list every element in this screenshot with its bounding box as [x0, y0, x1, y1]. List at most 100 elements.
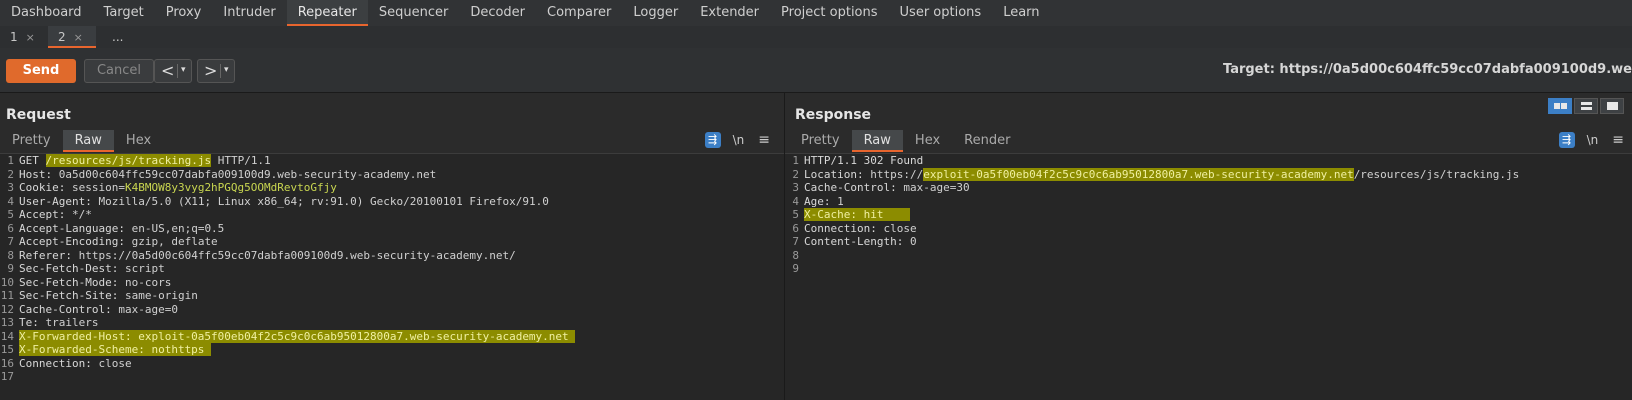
code-text: max-age=30 [896, 181, 970, 194]
code-line: 2 Host: 0a5d00c604ffc59cc07dabfa009100d9.… [0, 168, 784, 182]
layout-tabbed-icon[interactable] [1600, 98, 1624, 114]
tab-pretty[interactable]: Pretty [0, 130, 63, 152]
repeater-tab-label: 1 [10, 30, 18, 44]
code-line: 13 Te: trailers [0, 316, 784, 330]
code-line: 10 Sec-Fetch-Mode: no-cors [0, 276, 784, 290]
divider [177, 64, 178, 78]
code-text: no-cors [118, 275, 172, 289]
history-back-button[interactable]: < ▾ [154, 59, 192, 83]
tab-dashboard[interactable]: Dashboard [0, 0, 93, 26]
highlighted-text: /resources/js/tracking.js [45, 154, 212, 167]
line-number: 6 [792, 221, 799, 235]
tab-comparer[interactable]: Comparer [536, 0, 622, 26]
repeater-tab-label: 2 [58, 30, 66, 44]
line-number: 8 [7, 248, 14, 262]
tab-sequencer[interactable]: Sequencer [368, 0, 459, 26]
line-number: 1 [792, 154, 799, 167]
line-number: 9 [792, 262, 799, 275]
code-line: 6 Connection: close [785, 222, 1632, 236]
code-text: Cookie: [19, 181, 66, 194]
word-wrap-icon[interactable]: ⇶ [704, 132, 721, 148]
request-editor[interactable]: 1 GET /resources/js/tracking.js HTTP/1.1 2… [0, 153, 784, 400]
response-editor[interactable]: 1 HTTP/1.1 302 Found 2 Location: https://ex… [785, 153, 1632, 400]
repeater-tab-2[interactable]: 2 × [48, 26, 96, 48]
highlighted-text: X-Cache: hit [804, 208, 910, 221]
code-line: 12 Cache-Control: max-age=0 [0, 303, 784, 317]
tab-target[interactable]: Target [93, 0, 155, 26]
highlighted-text: X-Forwarded-Scheme: nothttps [19, 343, 212, 356]
layout-stacked-icon[interactable] [1574, 98, 1598, 114]
code-text: session= [65, 181, 125, 194]
code-text: */* [65, 208, 92, 221]
code-text: 1 [830, 194, 844, 208]
tab-proxy[interactable]: Proxy [155, 0, 213, 26]
history-forward-button[interactable]: > ▾ [197, 59, 235, 83]
divider [220, 64, 221, 78]
code-text: script [118, 262, 165, 275]
tab-hex[interactable]: Hex [903, 130, 952, 152]
chevron-down-icon: ▾ [224, 65, 229, 75]
line-number: 5 [792, 208, 799, 221]
repeater-tab-1[interactable]: 1 × [0, 26, 48, 48]
main-tab-bar: Dashboard Target Proxy Intruder Repeater… [0, 0, 1632, 27]
code-line: 5 Accept: */* [0, 208, 784, 222]
code-text: close [876, 221, 917, 235]
code-text: Te: [19, 316, 39, 329]
code-line: 7 Content-Length: 0 [785, 235, 1632, 249]
word-wrap-icon[interactable]: ⇶ [1558, 132, 1575, 148]
code-text: https://0a5d00c604ffc59cc07dabfa009100d9… [71, 248, 516, 262]
code-line: 11 Sec-Fetch-Site: same-origin [0, 289, 784, 303]
menu-icon[interactable]: ≡ [1612, 132, 1624, 148]
code-text: Accept-Language: [19, 221, 125, 235]
target-label[interactable]: Target: https://0a5d00c604ffc59cc07dabfa… [1223, 62, 1632, 77]
tab-learn[interactable]: Learn [992, 0, 1050, 26]
response-pane: Response Pretty Raw Hex Render ⇶ \n ≡ 1H… [785, 93, 1632, 400]
tab-raw[interactable]: Raw [851, 130, 903, 152]
tab-pretty[interactable]: Pretty [789, 130, 852, 152]
tab-extender[interactable]: Extender [689, 0, 770, 26]
code-text: /resources/js/tracking.js [1353, 167, 1520, 181]
newline-toggle[interactable]: \n [733, 133, 745, 147]
repeater-tab-new[interactable]: ... [96, 26, 144, 48]
line-number: 5 [7, 208, 14, 221]
response-editor-tools: ⇶ \n ≡ [1558, 131, 1624, 149]
close-icon[interactable]: × [26, 31, 35, 44]
code-text: Mozilla/5.0 (X11; Linux x86_64; rv:91.0)… [91, 194, 549, 208]
code-text: Content-Length: [804, 235, 904, 248]
code-text: max-age=0 [111, 302, 178, 316]
tab-project-options[interactable]: Project options [770, 0, 889, 26]
layout-side-by-side-icon[interactable] [1548, 98, 1572, 114]
tab-decoder[interactable]: Decoder [459, 0, 536, 26]
tab-raw[interactable]: Raw [62, 130, 114, 152]
tab-render[interactable]: Render [952, 130, 1022, 152]
code-line: 16 Connection: close [0, 357, 784, 371]
code-text: Sec-Fetch-Mode: [19, 275, 119, 289]
tab-repeater[interactable]: Repeater [286, 0, 368, 26]
cancel-button[interactable]: Cancel [84, 59, 154, 83]
tab-intruder[interactable]: Intruder [212, 0, 286, 26]
code-line: 3 Cache-Control: max-age=30 [785, 181, 1632, 195]
send-button[interactable]: Send [6, 59, 76, 83]
line-number: 17 [0, 370, 14, 383]
code-text: trailers [38, 316, 99, 329]
newline-toggle[interactable]: \n [1587, 133, 1599, 147]
tab-user-options[interactable]: User options [889, 0, 993, 26]
repeater-toolbar: Send Cancel < ▾ > ▾ Target: https://0a5d… [0, 48, 1632, 93]
code-line: 14 X-Forwarded-Host: exploit-0a5f00eb04f2… [0, 329, 784, 344]
code-text: Cache-Control: [19, 302, 112, 316]
close-icon[interactable]: × [74, 31, 83, 44]
code-text: en-US,en;q=0.5 [124, 221, 225, 235]
code-text: Sec-Fetch-Dest: [19, 262, 119, 275]
code-text: Host: [19, 167, 53, 181]
menu-icon[interactable]: ≡ [758, 132, 770, 148]
response-view-tabs: Pretty Raw Hex Render [789, 130, 1022, 152]
tab-logger[interactable]: Logger [622, 0, 689, 26]
line-number: 6 [7, 221, 14, 235]
code-text: close [91, 356, 132, 370]
code-line: 8 [785, 249, 1632, 263]
code-line: 7 Accept-Encoding: gzip, deflate [0, 235, 784, 249]
line-number: 3 [792, 181, 799, 194]
code-line: 1 GET /resources/js/tracking.js HTTP/1.1 [0, 154, 784, 168]
code-line: 9 [785, 262, 1632, 276]
tab-hex[interactable]: Hex [114, 130, 163, 152]
